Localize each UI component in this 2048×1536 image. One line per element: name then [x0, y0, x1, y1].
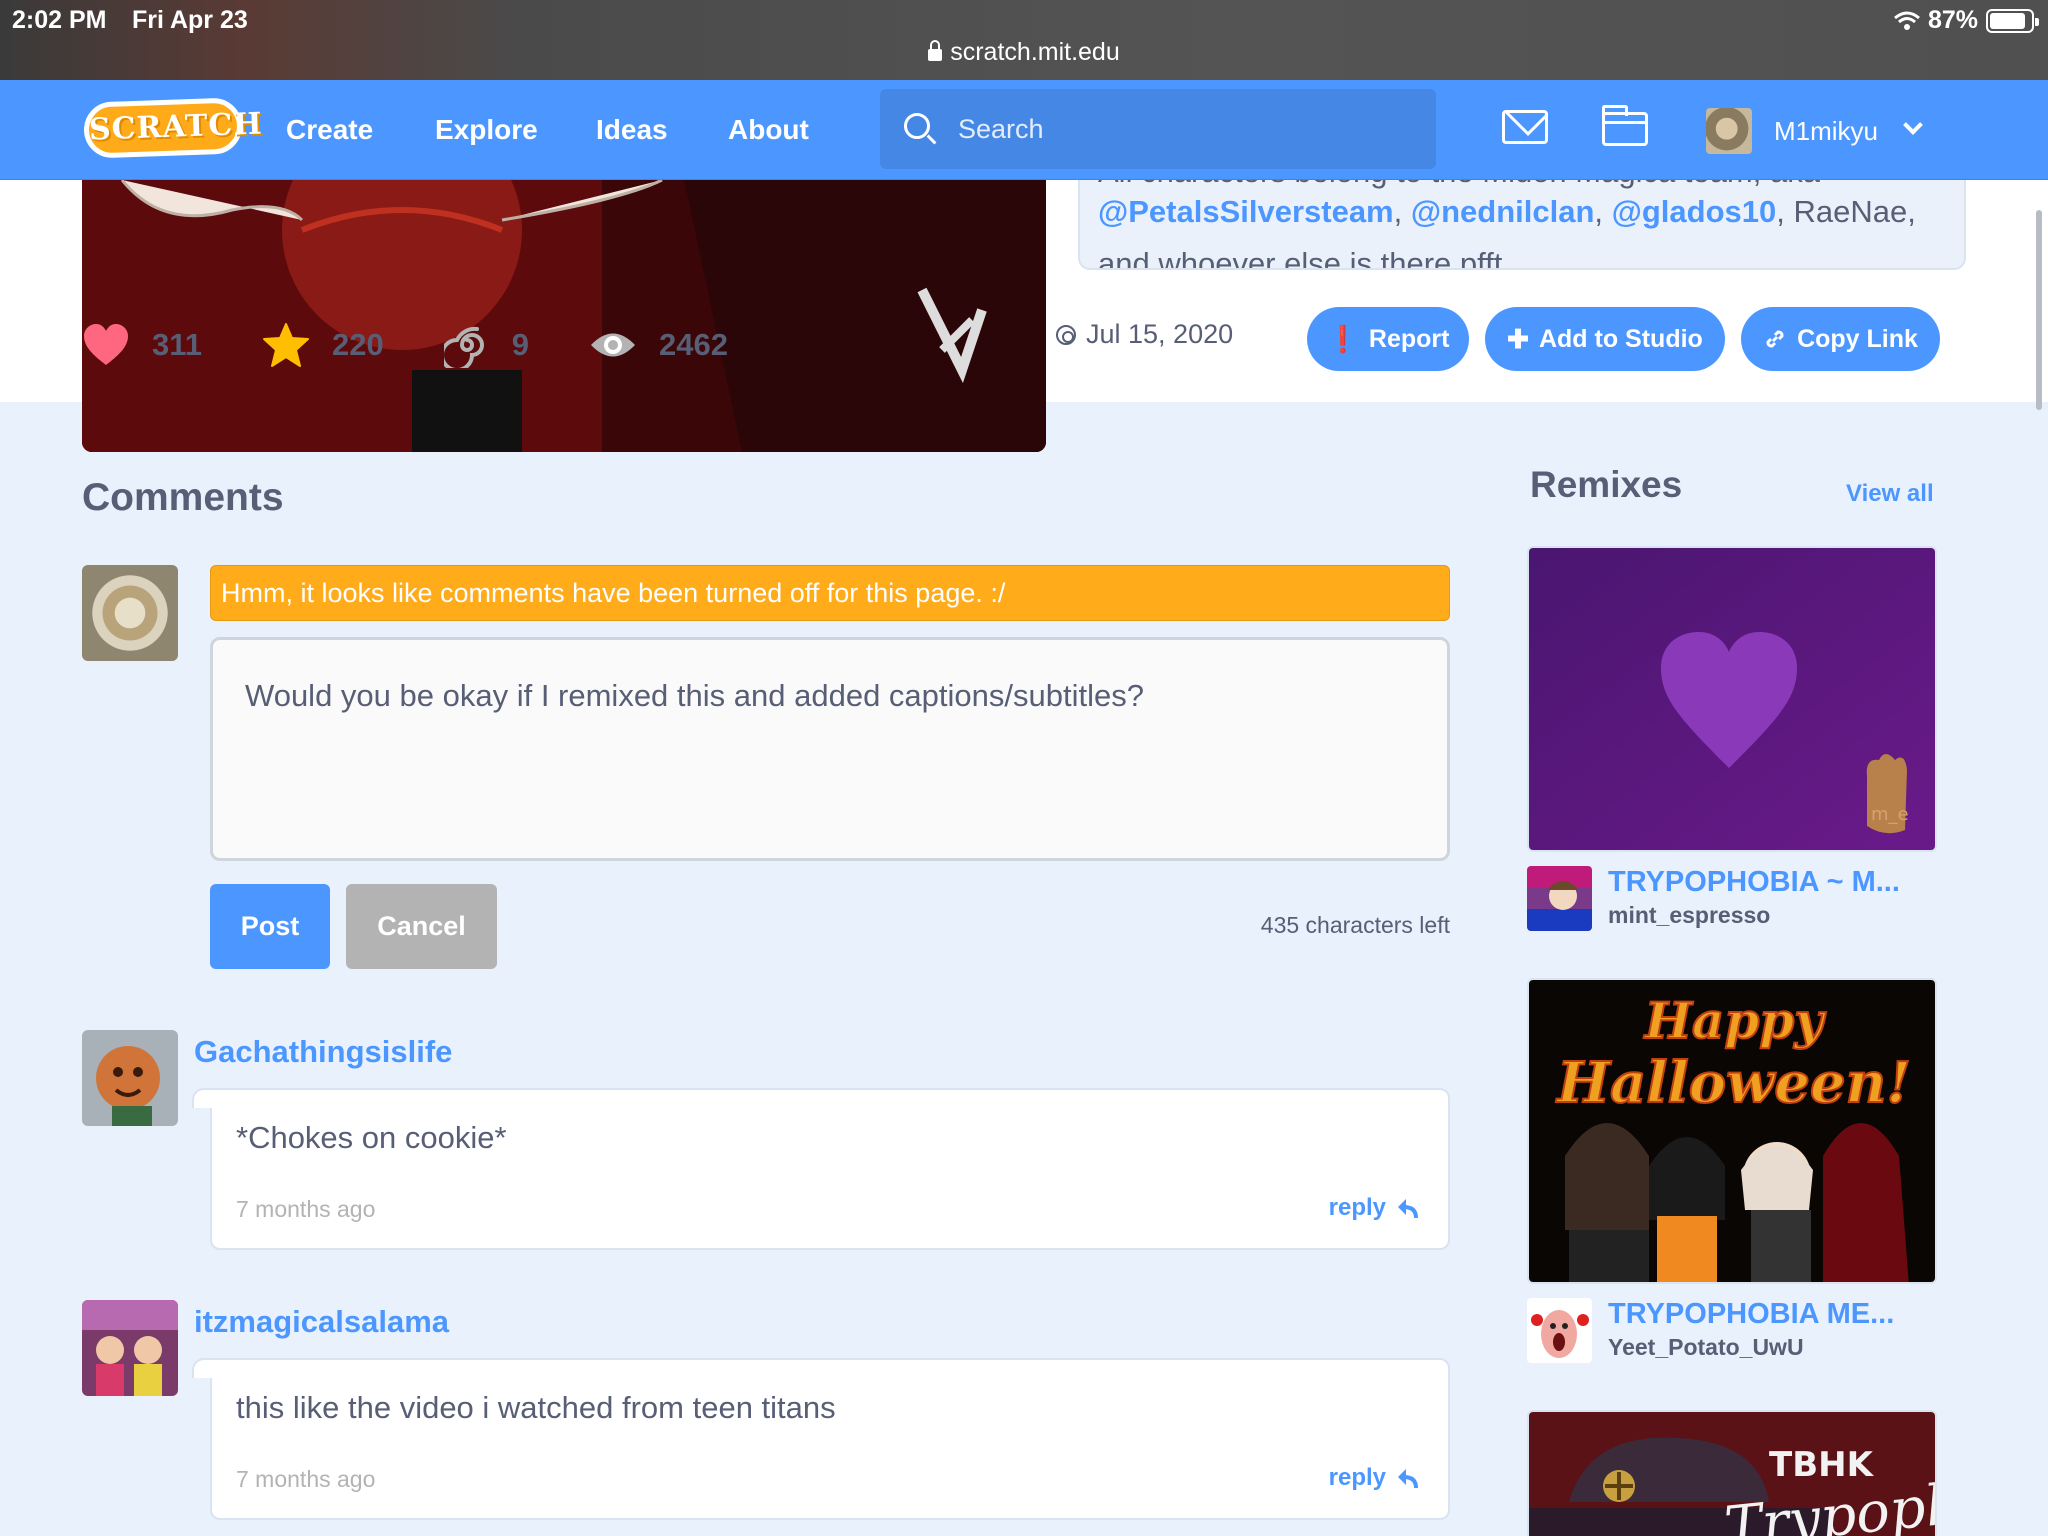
remix-thumbnail[interactable]: m_e — [1527, 546, 1937, 852]
project-player-thumbnail[interactable] — [82, 170, 1046, 452]
project-date: Jul 15, 2020 — [1056, 319, 1233, 350]
status-bar: 2:02 PM Fri Apr 23 scratch.mit.edu 87% — [0, 0, 2048, 80]
comment-text: *Chokes on cookie* — [236, 1120, 507, 1155]
project-date-text: Jul 15, 2020 — [1086, 319, 1234, 349]
cancel-button[interactable]: Cancel — [346, 884, 497, 969]
remix-author-avatar[interactable] — [1527, 866, 1592, 931]
remix-title[interactable]: TRYPOPHOBIA ME... — [1608, 1298, 1894, 1331]
nav-about[interactable]: About — [728, 114, 809, 146]
notes-tail: , RaeNae, — [1776, 194, 1916, 229]
status-right: 87% — [1893, 6, 2039, 35]
battery-icon — [1986, 8, 2039, 33]
comment-time: 7 months ago — [236, 1466, 376, 1492]
messages-icon[interactable] — [1502, 110, 1548, 144]
exclamation-icon: ❗ — [1326, 323, 1359, 354]
project-stats: 311 220 9 2462 — [82, 315, 788, 375]
eye-icon — [591, 333, 635, 357]
wifi-icon — [1893, 11, 1920, 30]
nav-username[interactable]: M1mikyu — [1774, 116, 1878, 147]
mention-link[interactable]: @PetalsSilversteam — [1098, 194, 1394, 229]
remix-stat: 9 — [443, 322, 529, 368]
favorite-stat[interactable]: 220 — [262, 322, 384, 368]
date-icon — [1056, 324, 1076, 345]
remix-author-avatar[interactable] — [1527, 1298, 1592, 1363]
add-to-studio-label: Add to Studio — [1538, 324, 1703, 353]
chevron-down-icon[interactable] — [1903, 115, 1923, 135]
nav-ideas[interactable]: Ideas — [596, 114, 668, 146]
remix-count: 9 — [511, 327, 529, 362]
notes-credits-line: @PetalsSilversteam, @nednilclan, @glados… — [1098, 194, 1916, 229]
reply-label: reply — [1328, 1464, 1386, 1491]
remix-thumb-text: TBHK — [1769, 1445, 1875, 1485]
mention-link[interactable]: @glados10 — [1612, 194, 1777, 229]
project-image — [82, 170, 1046, 452]
comment-textarea[interactable]: Would you be okay if I remixed this and … — [210, 637, 1450, 861]
comment-bubble: this like the video i watched from teen … — [192, 1358, 1450, 1520]
favorite-count: 220 — [332, 327, 384, 362]
scratch-logo[interactable]: SCRATCH — [83, 97, 263, 159]
notes-partial-line: and whoever else is there pfft — [1098, 246, 1503, 270]
status-time: 2:02 PM — [12, 6, 107, 34]
navbar: SCRATCH Create Explore Ideas About M1mik… — [0, 80, 2048, 180]
comment-username[interactable]: itzmagicalsalama — [194, 1304, 449, 1340]
copy-link-label: Copy Link — [1797, 324, 1918, 353]
url-bar[interactable]: scratch.mit.edu — [0, 38, 2048, 67]
remix-author[interactable]: mint_espresso — [1608, 902, 1770, 929]
my-stuff-folder-icon[interactable] — [1602, 105, 1648, 146]
search-box — [880, 89, 1436, 169]
reply-label: reply — [1328, 1194, 1386, 1221]
remix-thumb-text: Happy — [1643, 991, 1827, 1050]
characters-left: 435 characters left — [1260, 912, 1450, 938]
love-count: 311 — [152, 327, 203, 362]
remix-thumb-signature: m_e — [1871, 804, 1909, 825]
search-input[interactable] — [958, 105, 1408, 153]
comments-off-warning: Hmm, it looks like comments have been tu… — [210, 565, 1450, 621]
comments-heading: Comments — [82, 476, 284, 519]
post-button[interactable]: Post — [210, 884, 330, 969]
status-date: Fri Apr 23 — [132, 6, 248, 34]
love-stat[interactable]: 311 — [82, 323, 202, 367]
search-icon — [904, 113, 930, 139]
user-avatar[interactable] — [1706, 108, 1752, 154]
project-notes: All characters belong to the Midori Magi… — [1078, 170, 1966, 270]
url-text: scratch.mit.edu — [950, 38, 1120, 66]
comment-avatar[interactable] — [82, 1030, 178, 1126]
comment-time: 7 months ago — [236, 1196, 376, 1222]
remix-swirl-icon — [443, 326, 484, 368]
reply-button[interactable]: reply — [1329, 1464, 1420, 1492]
lock-icon — [928, 40, 943, 61]
view-all-link[interactable]: View all — [1846, 480, 1934, 508]
remix-thumbnail[interactable]: TBHK Trypophobia — [1527, 1410, 1937, 1536]
comment-text: this like the video i watched from teen … — [236, 1390, 836, 1425]
comment-avatar[interactable] — [82, 1300, 178, 1396]
heart-icon[interactable] — [82, 323, 130, 367]
comment-bubble: *Chokes on cookie* 7 months ago reply — [192, 1088, 1450, 1250]
page-scrollbar[interactable] — [2036, 210, 2042, 410]
star-icon[interactable] — [262, 322, 310, 368]
views-stat: 2462 — [589, 327, 728, 363]
battery-percent: 87% — [1927, 6, 1978, 34]
link-icon — [1766, 330, 1784, 348]
project-info: All characters belong to the Midori Magi… — [0, 170, 2048, 452]
remix-title[interactable]: TRYPOPHOBIA ~ M... — [1608, 866, 1900, 899]
add-to-studio-button[interactable]: ✚ Add to Studio — [1485, 307, 1725, 371]
nav-create[interactable]: Create — [286, 114, 373, 146]
view-count: 2462 — [659, 327, 728, 362]
copy-link-button[interactable]: Copy Link — [1741, 307, 1940, 371]
plus-icon: ✚ — [1507, 323, 1529, 354]
my-comment-avatar — [82, 565, 178, 661]
nav-explore[interactable]: Explore — [435, 114, 538, 146]
reply-arrow-icon — [1398, 1469, 1418, 1489]
reply-button[interactable]: reply — [1329, 1194, 1420, 1222]
remix-thumbnail[interactable]: Happy Halloween! — [1527, 978, 1937, 1284]
remixes-heading: Remixes — [1530, 464, 1683, 505]
report-label: Report — [1368, 324, 1450, 353]
comment-username[interactable]: Gachathingsislife — [194, 1034, 452, 1070]
remix-author[interactable]: Yeet_Potato_UwU — [1608, 1334, 1804, 1361]
reply-arrow-icon — [1398, 1199, 1418, 1219]
remix-thumb-text: Halloween! — [1555, 1050, 1911, 1116]
report-button[interactable]: ❗ Report — [1307, 307, 1469, 371]
mention-link[interactable]: @nednilclan — [1411, 194, 1595, 229]
